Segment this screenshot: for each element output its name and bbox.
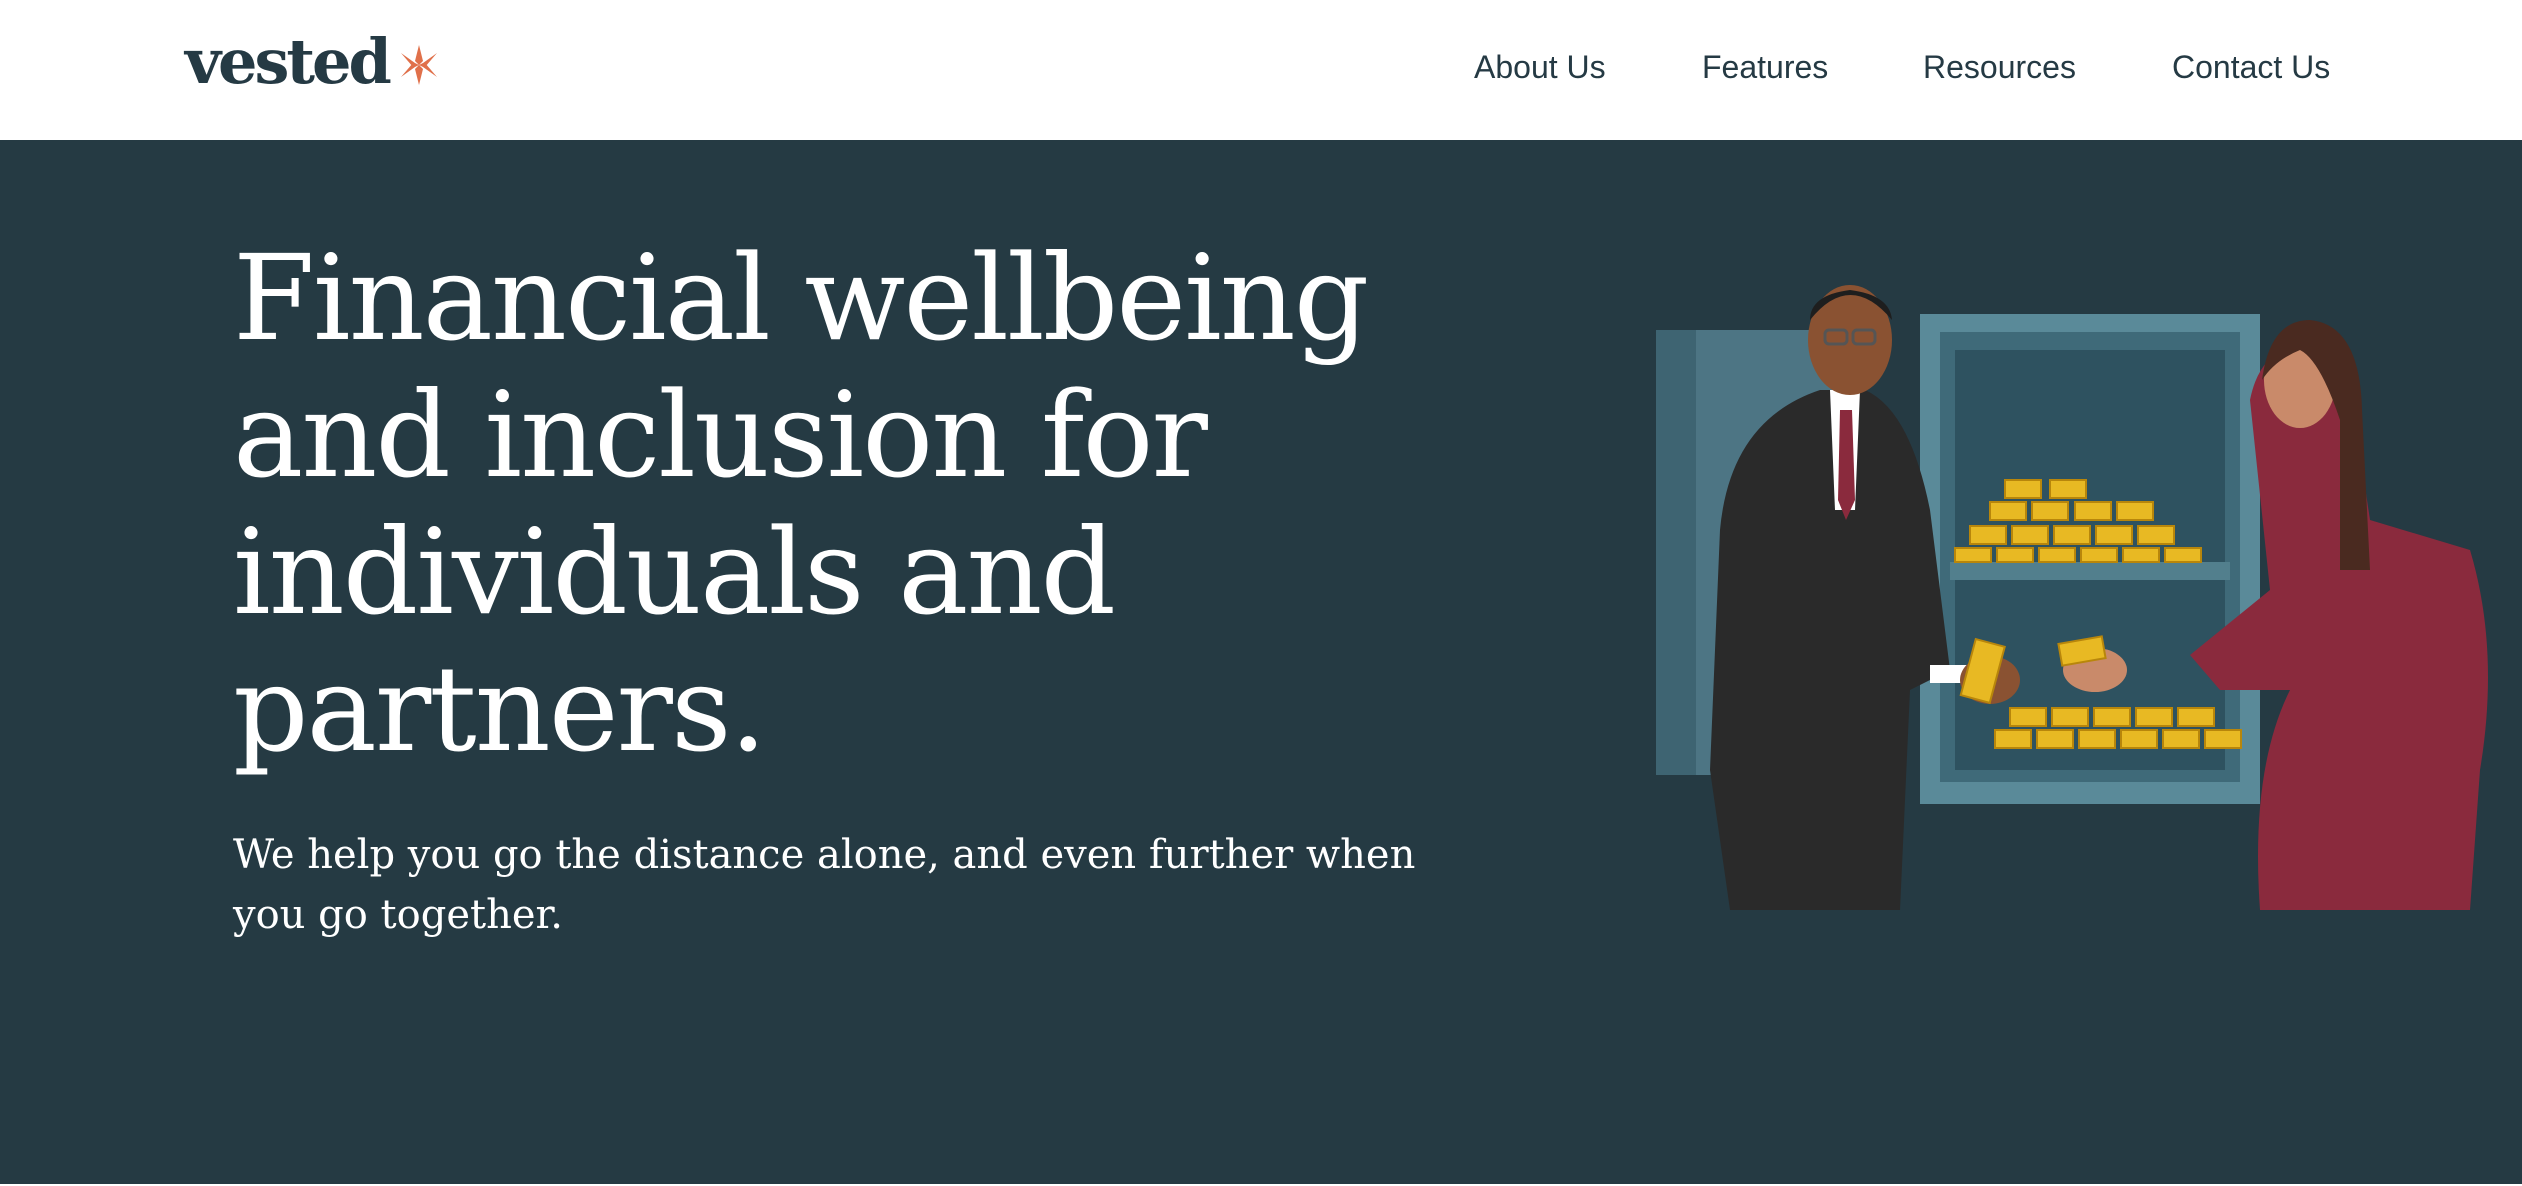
hero-title: Financial wellbeing and inclusion for in… [233, 229, 1369, 778]
nav-about-us[interactable]: About Us [1474, 44, 1606, 90]
nav-resources[interactable]: Resources [1923, 44, 2076, 90]
hero-subtitle: We help you go the distance alone, and e… [233, 832, 1416, 938]
nav-contact-us[interactable]: Contact Us [2172, 44, 2330, 90]
site-header: vested About Us Features Resources Conta… [0, 0, 2522, 140]
main-nav: About Us Features Resources Contact Us [0, 44, 2522, 90]
partners-vault-illustration [1656, 285, 2488, 910]
hero-section: Financial wellbeing and inclusion for in… [0, 140, 2522, 1184]
nav-features[interactable]: Features [1702, 44, 1828, 90]
